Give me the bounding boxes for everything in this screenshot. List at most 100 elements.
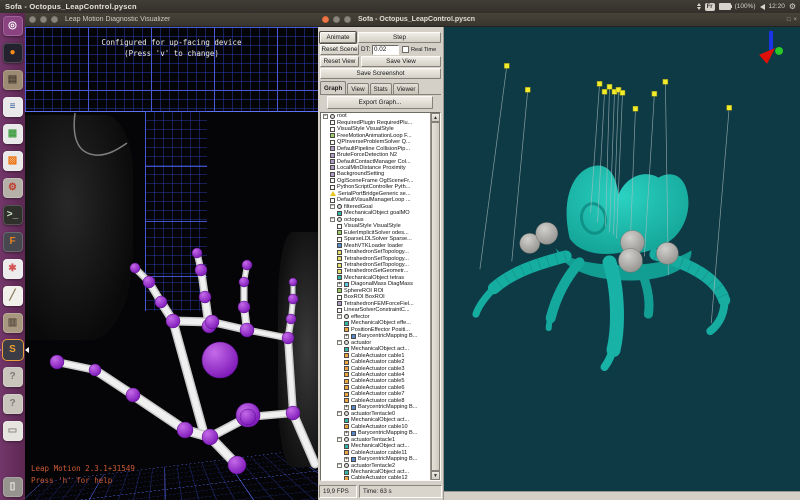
leap-titlebar[interactable]: Leap Motion Diagnostic Visualizer xyxy=(25,13,318,27)
fps-field: 19,9 FPS xyxy=(319,485,357,498)
launcher-item-color-ball-app[interactable]: ✱ xyxy=(3,259,23,279)
dt-input[interactable]: 0.02 xyxy=(372,45,399,55)
tree-expand-icon[interactable]: + xyxy=(344,405,349,410)
launcher-item-files[interactable]: ▤ xyxy=(3,70,23,90)
save-screenshot-button[interactable]: Save Screenshot xyxy=(320,68,441,79)
maximize-icon[interactable] xyxy=(51,16,58,23)
dock-close-icon[interactable]: × xyxy=(793,17,797,23)
scene-graph-tree: −rootRequiredPlugin RequiredPlu...Visual… xyxy=(321,113,430,480)
tree-expand-icon[interactable]: − xyxy=(337,437,342,442)
session-gear-icon[interactable]: ⚙ xyxy=(789,3,796,11)
tree-item-label: MeshVTKLoader loader xyxy=(344,243,403,249)
reset-view-button[interactable]: Reset View xyxy=(320,56,359,67)
text-editor-icon: ╱ xyxy=(9,291,15,301)
tree-item-icon-teal xyxy=(344,321,349,326)
tree-item-icon-orange xyxy=(344,476,349,480)
tree-expand-icon[interactable]: − xyxy=(323,114,328,119)
tree-expand-icon[interactable]: − xyxy=(337,314,342,319)
tree-item-label: PythonScriptController Pyth... xyxy=(337,184,410,190)
tree-expand-icon[interactable]: − xyxy=(337,411,342,416)
battery-icon[interactable] xyxy=(719,3,731,10)
tree-item-label: MechanicalObject act... xyxy=(351,417,409,423)
tree-expand-icon[interactable]: + xyxy=(337,282,342,287)
tab-graph[interactable]: Graph xyxy=(320,81,346,94)
tree-expand-icon[interactable]: − xyxy=(337,340,342,345)
launcher-item-terminal[interactable]: >_ xyxy=(3,205,23,225)
scroll-down-icon[interactable]: ▼ xyxy=(431,471,440,480)
dock-float-icon[interactable]: □ xyxy=(787,17,791,23)
tree-item-label: BarycentricMapping B... xyxy=(358,430,417,436)
tree-item-icon-purple xyxy=(330,172,335,177)
step-button[interactable]: Step xyxy=(358,32,441,43)
tree-item-label: CableActuator cable10 xyxy=(351,424,408,430)
leap-version: Leap Motion 2.3.1+31549 xyxy=(31,463,135,475)
export-graph-button[interactable]: Export Graph... xyxy=(327,96,433,109)
keyboard-layout-indicator[interactable]: Fr xyxy=(705,3,715,11)
leap-window: Leap Motion Diagnostic Visualizer Con xyxy=(25,13,318,500)
tree-scrollbar[interactable]: ▲ ▼ xyxy=(430,113,440,480)
launcher-item-unknown-app-2[interactable]: ? xyxy=(3,394,23,414)
volume-icon[interactable] xyxy=(760,4,765,10)
launcher-item-sofa[interactable]: S xyxy=(3,340,23,360)
tree-item-icon-orange xyxy=(344,327,349,332)
launcher-item-archive-app[interactable]: ▥ xyxy=(3,313,23,333)
tree-expand-icon[interactable]: − xyxy=(337,463,342,468)
tree-expand-icon[interactable]: − xyxy=(330,217,335,222)
maximize-icon[interactable] xyxy=(344,16,351,23)
launcher-item-libreoffice-impress[interactable]: ▨ xyxy=(3,151,23,171)
panel-tabs: Graph View Stats Viewer xyxy=(320,82,441,95)
tree-item-label: BarycentricMapping B... xyxy=(358,404,417,410)
scrollbar-thumb[interactable] xyxy=(431,122,440,471)
launcher-item-text-editor[interactable]: ╱ xyxy=(3,286,23,306)
tree-item-icon-yellow xyxy=(337,269,342,274)
tree-expand-icon[interactable]: − xyxy=(330,204,335,209)
tree-row-cableactuator-cable12[interactable]: CableActuator cable12 xyxy=(321,475,430,480)
tree-item-icon-orange xyxy=(344,353,349,358)
tree-expand-icon[interactable]: + xyxy=(344,431,349,436)
launcher-item-dash-home[interactable]: ◎ xyxy=(3,16,23,36)
clock[interactable]: 12:20 xyxy=(769,3,785,10)
tab-view[interactable]: View xyxy=(347,83,368,94)
launcher-item-disk-drive[interactable]: ▭ xyxy=(3,421,23,441)
tree-item-label: CableActuator cable2 xyxy=(351,359,405,365)
launcher-item-libreoffice-writer[interactable]: ≡ xyxy=(3,97,23,117)
launcher-item-firefox[interactable]: ● xyxy=(3,43,23,63)
tree-item-label: SphereROI ROI xyxy=(344,288,383,294)
menubar-app-title: Sofa - Octopus_LeapControl.pyscn xyxy=(5,2,137,11)
leap-3d-view[interactable]: Configured for up-facing device (Press '… xyxy=(25,27,318,500)
sofa-titlebar[interactable]: Sofa - Octopus_LeapControl.pyscn □ × xyxy=(318,13,800,27)
tab-stats[interactable]: Stats xyxy=(370,83,392,94)
launcher-item-freecad[interactable]: F xyxy=(3,232,23,252)
tree-expand-icon[interactable]: + xyxy=(344,334,349,339)
tree-item-label: SparseLDLSolver Sparse... xyxy=(344,236,412,242)
close-icon[interactable] xyxy=(322,16,329,23)
tree-item-icon-blue xyxy=(351,334,356,339)
launcher-item-system-settings[interactable]: ⚙ xyxy=(3,178,23,198)
scroll-up-icon[interactable]: ▲ xyxy=(431,113,440,122)
tab-viewer[interactable]: Viewer xyxy=(393,83,420,94)
overlay-line-1: Configured for up-facing device xyxy=(25,37,318,48)
leap-window-title: Leap Motion Diagnostic Visualizer xyxy=(65,16,170,23)
launcher-item-libreoffice-calc[interactable]: ▦ xyxy=(3,124,23,144)
tree-item-label: SerialPortBridgeGeneric se... xyxy=(338,191,410,197)
tree-expand-icon[interactable]: + xyxy=(344,457,349,462)
minimize-icon[interactable] xyxy=(40,16,47,23)
tree-item-label: actuatorTentacle1 xyxy=(351,437,395,443)
network-icon[interactable] xyxy=(697,3,701,10)
tree-item-icon-node xyxy=(330,114,335,119)
tree-item-label: EulerImplicitSolver odes... xyxy=(344,230,409,236)
launcher-item-trash[interactable]: ▯ xyxy=(3,477,23,497)
minimize-icon[interactable] xyxy=(333,16,340,23)
save-view-button[interactable]: Save View xyxy=(361,56,441,67)
tree-item-icon-orange xyxy=(344,398,349,403)
tree-row-tetrahedronfemforcefiel[interactable]: TetrahedronFEMForceFiel... xyxy=(321,301,430,307)
tree-item-icon-node xyxy=(337,217,342,222)
device-config-overlay: Configured for up-facing device (Press '… xyxy=(25,37,318,59)
launcher-item-unknown-app-1[interactable]: ? xyxy=(3,367,23,387)
reset-scene-button[interactable]: Reset Scene xyxy=(320,44,359,55)
sofa-3d-viewport[interactable] xyxy=(444,27,800,491)
close-icon[interactable] xyxy=(29,16,36,23)
animate-button[interactable]: Animate xyxy=(320,32,356,43)
real-time-checkbox[interactable] xyxy=(402,46,409,53)
tree-item-label: MechanicalObject act... xyxy=(351,469,409,475)
